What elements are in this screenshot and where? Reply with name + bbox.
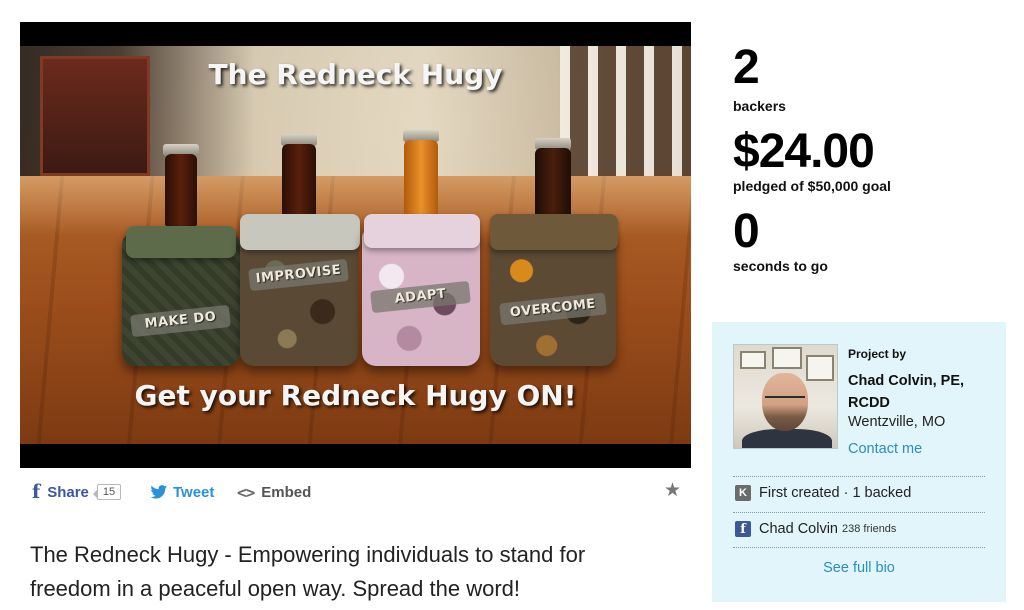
embed-icon: <> <box>237 482 255 502</box>
kickstarter-icon: K <box>735 485 751 501</box>
time-remaining-value: 0 <box>733 205 760 258</box>
share-bar: f Share 15 Tweet <> Embed ★ <box>20 478 691 506</box>
creator-location: Wentzville, MO <box>848 414 946 430</box>
facebook-friends-count: 238 friends <box>842 523 897 535</box>
project-by-label: Project by <box>848 347 907 361</box>
divider <box>733 476 985 477</box>
star-icon[interactable]: ★ <box>664 479 681 502</box>
video-caption-overlay: Get your Redneck Hugy ON! <box>134 379 577 412</box>
creator-name[interactable]: Chad Colvin, PE, RCDD <box>848 370 998 414</box>
video-title-overlay: The Redneck Hugy <box>208 58 503 91</box>
pledged-amount: $24.00 <box>733 125 875 178</box>
time-remaining-label: seconds to go <box>733 258 828 274</box>
creator-facebook-row: f Chad Colvin 238 friends <box>735 521 896 537</box>
creator-avatar[interactable] <box>733 344 838 449</box>
twitter-icon <box>150 485 168 499</box>
bottle-adapt: ADAPT <box>362 130 480 366</box>
divider <box>733 512 985 513</box>
facebook-icon: f <box>735 521 751 537</box>
creator-history-row: K First created · 1 backed <box>735 485 911 501</box>
backers-count: 2 <box>733 41 760 94</box>
pledged-goal-label: pledged of $50,000 goal <box>733 178 891 194</box>
embed-button[interactable]: <> Embed <box>237 478 311 506</box>
tweet-label: Tweet <box>173 483 215 501</box>
see-full-bio-link[interactable]: See full bio <box>712 560 1006 576</box>
facebook-share-label: Share <box>47 483 89 501</box>
bottle-make-do: MAKE DO <box>122 144 240 366</box>
creator-facebook-name[interactable]: Chad Colvin <box>759 521 838 537</box>
bottle-overcome: OVERCOME <box>490 138 618 366</box>
contact-me-link[interactable]: Contact me <box>848 441 922 457</box>
share-count-badge: 15 <box>92 484 122 500</box>
facebook-share-button[interactable]: f Share 15 <box>32 478 122 506</box>
bottle-improvise: IMPROVISE <box>240 134 360 366</box>
project-blurb: The Redneck Hugy - Empowering individual… <box>30 542 586 601</box>
creator-history-text: First created · 1 backed <box>759 485 912 501</box>
backers-label: backers <box>733 98 786 114</box>
creator-card: Project by Chad Colvin, PE, RCDD Wentzvi… <box>712 322 1006 602</box>
facebook-icon: f <box>32 481 41 503</box>
project-video[interactable]: MAKE DO IMPROVISE ADAPT OVERCOME The Red <box>20 22 691 468</box>
tweet-button[interactable]: Tweet <box>150 478 214 506</box>
embed-label: Embed <box>261 483 312 501</box>
divider <box>733 547 985 548</box>
